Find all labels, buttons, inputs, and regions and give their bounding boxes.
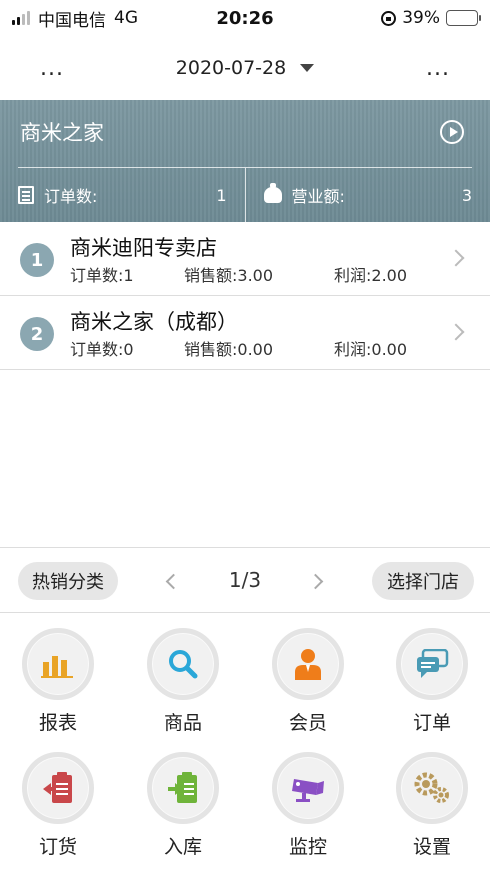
menu-item-monitor[interactable]: 监控 [253, 738, 363, 860]
gears-icon [414, 772, 449, 803]
menu-item-reports[interactable]: 报表 [3, 614, 113, 736]
icon-circle [396, 628, 468, 700]
member-icon [295, 649, 321, 680]
store-profit: 利润:2.00 [334, 266, 408, 285]
summary-panel: 商米之家 订单数: 1 营业额: 3 [0, 100, 490, 222]
pager-bar: 热销分类 1/3 选择门店 [0, 547, 490, 613]
store-name: 商米之家（成都） [70, 310, 238, 334]
menu-item-stock-in[interactable]: 入库 [128, 738, 238, 860]
nav-bar: ... 2020-07-28 ... [0, 36, 490, 100]
chevron-left-icon[interactable] [165, 573, 182, 590]
play-icon[interactable] [440, 120, 464, 144]
icon-circle [272, 628, 344, 700]
status-right: 39% [381, 8, 481, 28]
rank-badge: 2 [20, 317, 54, 351]
menu-item-settings[interactable]: 设置 [377, 738, 487, 860]
status-left: 中国电信 4G [12, 6, 138, 31]
icon-circle [147, 752, 219, 824]
page-indicator: 1/3 [228, 568, 262, 592]
revenue-value: 3 [461, 185, 472, 205]
menu-label: 商品 [163, 712, 202, 734]
store-list: 1 商米迪阳专卖店 订单数:1 销售额:3.00 利润:2.00 2 商米之家（… [0, 222, 490, 370]
store-title-row: 商米之家 [20, 116, 464, 148]
battery-icon [446, 10, 481, 26]
store-orders: 订单数:0 [70, 340, 134, 359]
search-icon [169, 650, 198, 679]
receipt-icon [18, 186, 34, 204]
store-orders: 订单数:1 [70, 266, 134, 285]
menu-label: 报表 [38, 712, 77, 734]
chevron-right-icon[interactable] [307, 573, 324, 590]
menu-label: 监控 [288, 836, 327, 858]
clipboard-out-icon [43, 772, 72, 803]
store-row[interactable]: 1 商米迪阳专卖店 订单数:1 销售额:3.00 利润:2.00 [0, 222, 490, 296]
clipboard-in-icon [168, 772, 197, 803]
store-profit: 利润:0.00 [334, 340, 408, 359]
store-name: 商米迪阳专卖店 [70, 236, 217, 260]
camera-icon [292, 779, 324, 802]
menu-item-purchase[interactable]: 订货 [3, 738, 113, 860]
money-bag-icon [263, 183, 282, 203]
caret-down-icon [300, 64, 315, 72]
signal-icon [12, 11, 30, 25]
orders-stat: 订单数: 1 [0, 168, 245, 222]
summary-stats: 订单数: 1 营业额: 3 [0, 168, 490, 222]
status-bar: 中国电信 4G 20:26 39% [0, 0, 490, 36]
store-sales: 销售额:3.00 [184, 266, 274, 285]
revenue-label: 营业额: [291, 187, 345, 206]
icon-circle [272, 752, 344, 824]
icon-circle [22, 628, 94, 700]
left-more-button[interactable]: ... [40, 56, 64, 81]
menu-label: 订单 [412, 712, 451, 734]
menu-label: 入库 [163, 836, 202, 858]
chevron-right-icon [447, 323, 465, 341]
menu-label: 订货 [38, 836, 77, 858]
menu-grid: 报表 商品 会员 订单 订货 入库 监控 设置 [0, 614, 490, 873]
orders-value: 1 [216, 185, 227, 205]
date-label: 2020-07-28 [175, 57, 287, 79]
store-title: 商米之家 [20, 121, 104, 145]
carrier-label: 中国电信 [38, 10, 106, 31]
store-sales: 销售额:0.00 [184, 340, 274, 359]
menu-item-products[interactable]: 商品 [128, 614, 238, 736]
select-store-button[interactable]: 选择门店 [372, 562, 474, 600]
icon-circle [396, 752, 468, 824]
revenue-stat: 营业额: 3 [244, 168, 490, 222]
chevron-right-icon [447, 249, 465, 267]
menu-label: 会员 [288, 712, 327, 734]
menu-item-orders[interactable]: 订单 [377, 614, 487, 736]
network-label: 4G [114, 8, 138, 28]
menu-item-members[interactable]: 会员 [253, 614, 363, 736]
menu-label: 设置 [412, 836, 451, 858]
icon-circle [22, 752, 94, 824]
battery-percent: 39% [402, 8, 440, 28]
right-more-button[interactable]: ... [426, 56, 450, 81]
bar-chart-icon [41, 656, 73, 678]
store-row[interactable]: 2 商米之家（成都） 订单数:0 销售额:0.00 利润:0.00 [0, 296, 490, 370]
rank-badge: 1 [20, 243, 54, 277]
date-picker[interactable]: 2020-07-28 [175, 57, 315, 79]
orders-label: 订单数: [44, 187, 98, 206]
icon-circle [147, 628, 219, 700]
orientation-lock-icon [381, 10, 397, 26]
chat-icon [417, 649, 449, 678]
hot-category-button[interactable]: 热销分类 [18, 562, 118, 600]
